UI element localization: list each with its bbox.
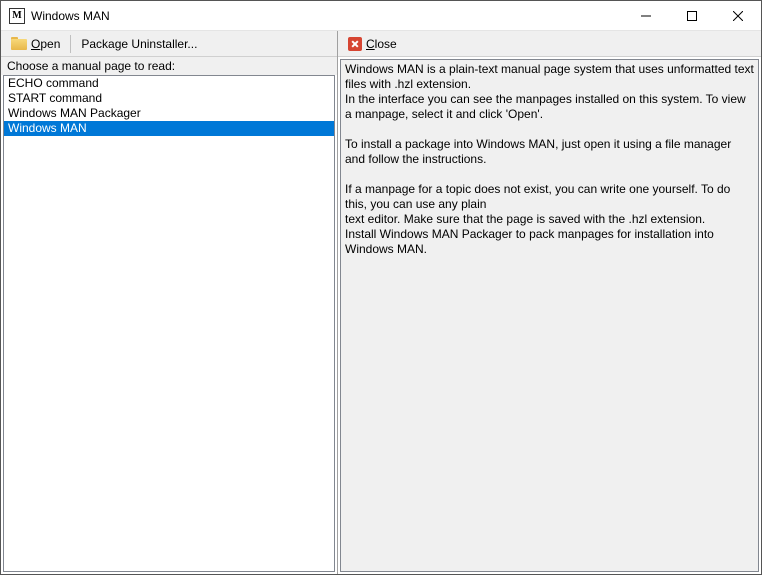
close-page-label: Close — [366, 37, 397, 51]
toolbar-separator — [70, 35, 71, 53]
open-button[interactable]: Open — [7, 35, 64, 53]
close-icon — [348, 37, 362, 51]
list-item[interactable]: Windows MAN Packager — [4, 106, 334, 121]
titlebar: M Windows MAN — [1, 1, 761, 31]
close-window-button[interactable] — [715, 1, 761, 30]
manual-page-list[interactable]: ECHO commandSTART commandWindows MAN Pac… — [3, 75, 335, 572]
app-icon: M — [9, 8, 25, 24]
list-item[interactable]: START command — [4, 91, 334, 106]
window-title: Windows MAN — [31, 9, 110, 23]
left-toolbar: Open Package Uninstaller... — [1, 31, 337, 57]
maximize-button[interactable] — [669, 1, 715, 30]
prompt-label: Choose a manual page to read: — [1, 57, 337, 75]
close-page-button[interactable]: Close — [344, 35, 401, 53]
list-item[interactable]: ECHO command — [4, 76, 334, 91]
folder-open-icon — [11, 37, 27, 51]
list-item[interactable]: Windows MAN — [4, 121, 334, 136]
right-panel: Close Windows MAN is a plain-text manual… — [338, 31, 761, 574]
manpage-content[interactable]: Windows MAN is a plain-text manual page … — [340, 59, 759, 572]
right-toolbar: Close — [338, 31, 761, 57]
left-panel: Open Package Uninstaller... Choose a man… — [1, 31, 338, 574]
minimize-button[interactable] — [623, 1, 669, 30]
package-uninstaller-button[interactable]: Package Uninstaller... — [77, 35, 201, 53]
package-uninstaller-label: Package Uninstaller... — [81, 37, 197, 51]
open-button-label: Open — [31, 37, 60, 51]
window-controls — [623, 1, 761, 30]
